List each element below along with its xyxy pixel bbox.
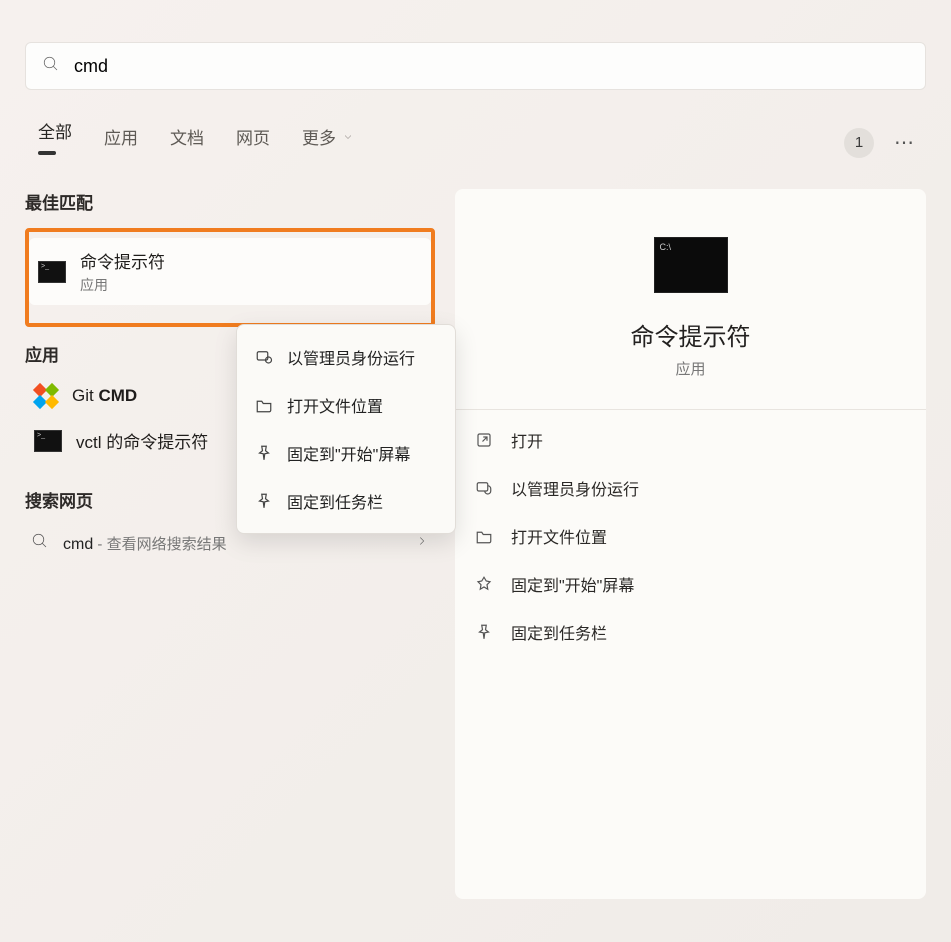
ctx-pin-taskbar[interactable]: 固定到任务栏 (237, 477, 455, 525)
tab-more-label: 更多 (302, 124, 336, 149)
search-bar[interactable] (25, 42, 926, 90)
ctx-pin-start[interactable]: 固定到"开始"屏幕 (237, 429, 455, 477)
ctx-pin-taskbar-label: 固定到任务栏 (287, 489, 383, 513)
search-icon (42, 55, 60, 78)
search-icon (31, 532, 49, 555)
best-match-result[interactable]: 命令提示符 应用 (29, 238, 431, 305)
action-open-label: 打开 (511, 428, 543, 452)
folder-icon (255, 396, 273, 414)
pin-icon (475, 623, 493, 641)
pin-icon (255, 492, 273, 510)
tab-apps[interactable]: 应用 (104, 124, 138, 161)
search-input[interactable] (74, 56, 909, 77)
ctx-open-location-label: 打开文件位置 (287, 393, 383, 417)
best-match-subtitle: 应用 (80, 275, 165, 295)
tab-more[interactable]: 更多 (302, 124, 354, 161)
chevron-right-icon (415, 534, 429, 553)
filter-tabs: 全部 应用 文档 网页 更多 1 ⋯ (38, 118, 926, 167)
action-pin-start-label: 固定到"开始"屏幕 (511, 572, 634, 596)
best-match-highlight: 命令提示符 应用 (25, 228, 435, 327)
notification-badge[interactable]: 1 (844, 128, 874, 158)
more-options-button[interactable]: ⋯ (890, 126, 920, 159)
git-icon (34, 384, 58, 408)
action-open-location[interactable]: 打开文件位置 (467, 512, 914, 560)
ctx-open-location[interactable]: 打开文件位置 (237, 381, 455, 429)
result-git-cmd-title: Git CMD (72, 386, 137, 406)
pin-icon (475, 575, 493, 593)
shield-icon (475, 479, 493, 497)
detail-app-icon (654, 237, 728, 293)
results-column: 最佳匹配 命令提示符 应用 应用 Git CMD (25, 189, 435, 899)
folder-icon (475, 527, 493, 545)
best-match-header: 最佳匹配 (25, 189, 435, 214)
tab-web[interactable]: 网页 (236, 124, 270, 161)
context-menu: 以管理员身份运行 打开文件位置 固定到"开始"屏幕 固定到任务栏 (236, 324, 456, 534)
ctx-pin-start-label: 固定到"开始"屏幕 (287, 441, 410, 465)
detail-subtitle: 应用 (455, 358, 926, 379)
action-pin-taskbar-label: 固定到任务栏 (511, 620, 607, 644)
pin-icon (255, 444, 273, 462)
tab-docs[interactable]: 文档 (170, 124, 204, 161)
action-open-location-label: 打开文件位置 (511, 524, 607, 548)
action-run-admin[interactable]: 以管理员身份运行 (467, 464, 914, 512)
tab-all[interactable]: 全部 (38, 118, 72, 167)
action-run-admin-label: 以管理员身份运行 (511, 476, 639, 500)
best-match-title: 命令提示符 (80, 248, 165, 273)
detail-pane: 命令提示符 应用 打开 以管理员身份运行 打开文件位置 固定到"开始"屏幕 固定… (455, 189, 926, 899)
cmd-icon (38, 261, 66, 283)
ctx-run-admin-label: 以管理员身份运行 (287, 345, 415, 369)
ctx-run-admin[interactable]: 以管理员身份运行 (237, 333, 455, 381)
open-icon (475, 431, 493, 449)
shield-icon (255, 348, 273, 366)
action-pin-start[interactable]: 固定到"开始"屏幕 (467, 560, 914, 608)
detail-title: 命令提示符 (455, 317, 926, 352)
chevron-down-icon (342, 131, 354, 143)
web-search-text: cmd - 查看网络搜索结果 (63, 533, 227, 554)
action-pin-taskbar[interactable]: 固定到任务栏 (467, 608, 914, 656)
action-open[interactable]: 打开 (467, 416, 914, 464)
cmd-icon (34, 430, 62, 452)
result-vctl-title: vctl 的命令提示符 (76, 428, 208, 453)
